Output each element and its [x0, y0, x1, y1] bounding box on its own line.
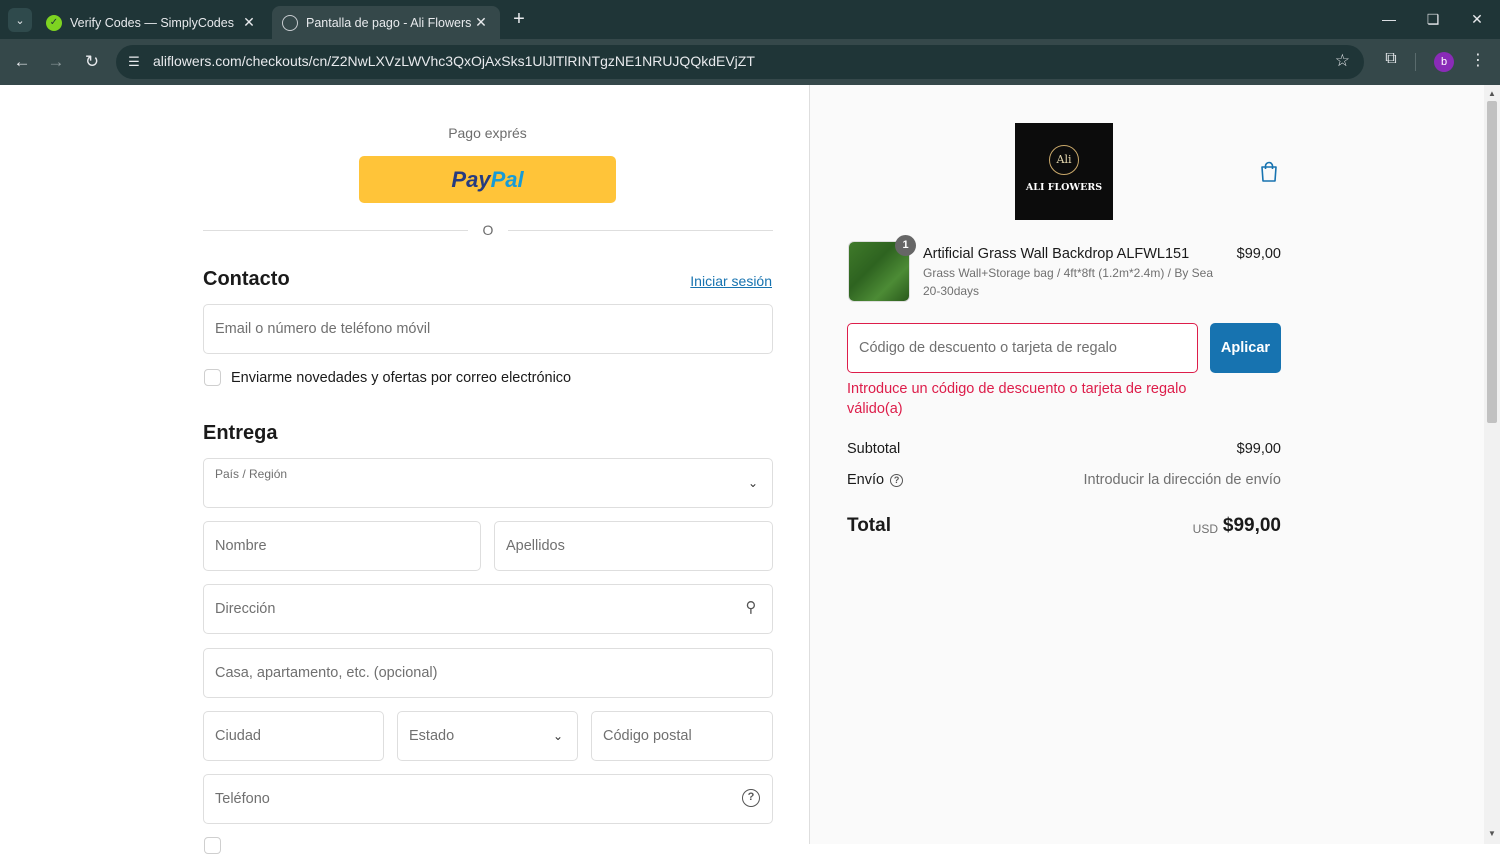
tab-strip: ⌄ ✓ Verify Codes — SimplyCodes ✕ Pantall…	[0, 0, 1500, 39]
search-icon: ⚲	[745, 599, 757, 616]
extensions-icon[interactable]: ⧉	[1381, 50, 1401, 70]
postal-code-field[interactable]: Código postal	[591, 711, 773, 761]
product-variant: Grass Wall+Storage bag / 4ft*8ft (1.2m*2…	[923, 266, 1214, 298]
page-scrollbar[interactable]: ▲ ▼	[1484, 85, 1500, 844]
total-label: Total	[847, 515, 891, 536]
help-icon[interactable]: ?	[742, 789, 760, 807]
shipping-value: Introducir la dirección de envío	[1083, 472, 1281, 488]
subtotal-value: $99,00	[1236, 441, 1281, 457]
profile-avatar[interactable]: b	[1434, 52, 1454, 72]
order-summary: Ali ALI FLOWERS 1 Artificial Grass Wall …	[810, 85, 1484, 844]
phone-field[interactable]: Teléfono ?	[203, 774, 773, 824]
checkout-page: Pago exprés Pay Pal O Contacto Iniciar se…	[0, 85, 1500, 854]
tab-simplycodes[interactable]: ✓ Verify Codes — SimplyCodes ✕	[36, 6, 268, 39]
site-info-icon[interactable]: ☰	[124, 52, 144, 72]
paypal-logo-part2: Pal	[490, 166, 524, 192]
checkout-form: Pago exprés Pay Pal O Contacto Iniciar se…	[0, 85, 809, 854]
paypal-button[interactable]: Pay Pal	[359, 156, 616, 203]
chevron-down-icon: ⌄	[552, 729, 563, 743]
phone-placeholder: Teléfono	[215, 791, 270, 807]
chevron-down-icon: ⌄	[747, 476, 758, 490]
globe-icon	[282, 14, 298, 31]
menu-kebab-icon[interactable]: ⋮	[1470, 50, 1486, 72]
city-field[interactable]: Ciudad	[203, 711, 384, 761]
first-name-field[interactable]: Nombre	[203, 521, 481, 571]
country-select[interactable]: País / Región ⌄	[203, 458, 773, 508]
tab-search-button[interactable]: ⌄	[8, 8, 32, 32]
simplycodes-icon: ✓	[46, 14, 62, 31]
tab-ali-flowers[interactable]: Pantalla de pago - Ali Flowers ✕	[272, 6, 500, 39]
newsletter-checkbox[interactable]	[204, 369, 221, 386]
discount-placeholder: Código de descuento o tarjeta de regalo	[859, 340, 1117, 356]
close-icon[interactable]: ✕	[240, 14, 258, 31]
scroll-down-arrow[interactable]: ▼	[1484, 827, 1500, 841]
shopping-bag-icon[interactable]	[1259, 161, 1279, 183]
apply-discount-button[interactable]: Aplicar	[1210, 323, 1281, 373]
url-text[interactable]: aliflowers.com/checkouts/cn/Z2NwLXVzLWVh…	[153, 53, 755, 69]
back-arrow-icon[interactable]: ←	[10, 50, 34, 74]
product-price: $99,00	[1236, 246, 1281, 262]
reload-icon[interactable]: ↻	[80, 50, 104, 74]
total-currency: USD	[1192, 522, 1218, 536]
logo-crest: Ali	[1049, 145, 1079, 175]
postal-placeholder: Código postal	[603, 728, 692, 744]
state-select[interactable]: Estado ⌄	[397, 711, 578, 761]
state-placeholder: Estado	[409, 728, 455, 744]
close-icon[interactable]: ✕	[472, 14, 490, 31]
address-field[interactable]: Dirección ⚲	[203, 584, 773, 634]
store-logo[interactable]: Ali ALI FLOWERS	[1015, 123, 1113, 220]
tab-title: Pantalla de pago - Ali Flowers	[306, 15, 472, 30]
delivery-heading: Entrega	[203, 422, 278, 444]
last-name-placeholder: Apellidos	[506, 538, 565, 554]
subtotal-label: Subtotal	[847, 441, 901, 457]
quantity-badge: 1	[895, 235, 916, 256]
or-label: O	[482, 222, 494, 238]
paypal-logo-part1: Pay	[451, 166, 491, 192]
apartment-placeholder: Casa, apartamento, etc. (opcional)	[215, 665, 438, 681]
shipping-help-icon[interactable]: ?	[890, 474, 904, 487]
address-placeholder: Dirección	[215, 601, 276, 617]
restore-button[interactable]: ❏	[1418, 8, 1448, 30]
logo-name: ALI FLOWERS	[1025, 182, 1103, 193]
forward-arrow-icon[interactable]: →	[44, 50, 68, 74]
sms-checkbox[interactable]	[204, 837, 221, 854]
discount-code-field[interactable]: Código de descuento o tarjeta de regalo	[847, 323, 1198, 373]
country-label: País / Región	[215, 467, 288, 481]
newsletter-label: Enviarme novedades y ofertas por correo …	[231, 370, 572, 386]
discount-error-message: Introduce un código de descuento o tarje…	[847, 381, 1187, 417]
apartment-field[interactable]: Casa, apartamento, etc. (opcional)	[203, 648, 773, 698]
address-bar[interactable]: ☰ aliflowers.com/checkouts/cn/Z2NwLXVzLW…	[116, 45, 1364, 79]
last-name-field[interactable]: Apellidos	[494, 521, 773, 571]
toolbar-separator	[1415, 53, 1416, 71]
new-tab-button[interactable]: +	[508, 8, 530, 30]
first-name-placeholder: Nombre	[215, 538, 267, 554]
login-link[interactable]: Iniciar sesión	[690, 273, 772, 289]
shipping-label: Envío	[847, 472, 885, 488]
scroll-thumb[interactable]	[1487, 101, 1497, 423]
tab-title: Verify Codes — SimplyCodes	[70, 15, 234, 30]
browser-toolbar: ← → ↻ ☰ aliflowers.com/checkouts/cn/Z2Nw…	[0, 39, 1500, 85]
bookmark-star-icon[interactable]: ☆	[1335, 51, 1350, 71]
or-divider: O	[203, 222, 773, 240]
email-placeholder: Email o número de teléfono móvil	[215, 321, 431, 337]
scroll-up-arrow[interactable]: ▲	[1484, 87, 1500, 101]
shipping-row-label: Envío?	[847, 472, 904, 488]
city-placeholder: Ciudad	[215, 728, 261, 744]
minimize-button[interactable]: —	[1374, 8, 1404, 30]
total-value: $99,00	[1222, 515, 1281, 536]
contact-heading: Contacto	[203, 268, 290, 290]
email-field[interactable]: Email o número de teléfono móvil	[203, 304, 773, 354]
window-close-button[interactable]: ✕	[1462, 8, 1492, 30]
product-name: Artificial Grass Wall Backdrop ALFWL151	[923, 246, 1190, 262]
